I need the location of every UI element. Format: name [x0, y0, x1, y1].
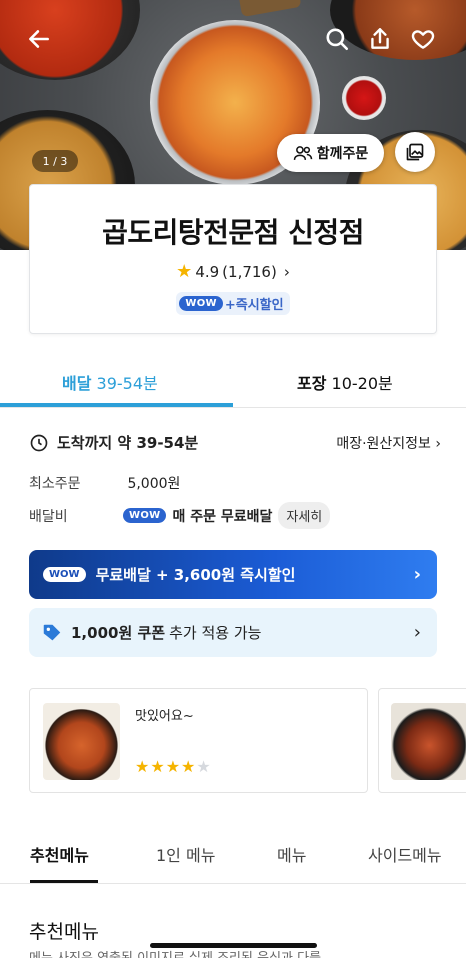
delivery-fee-label: 배달비: [29, 508, 68, 525]
tab-pickup-label: 포장: [297, 374, 327, 393]
home-indicator[interactable]: [150, 943, 317, 948]
review-text: 맛있어요~: [135, 709, 194, 724]
min-order-value: 5,000원: [127, 476, 181, 492]
arrival-time: 도착까지 약 39-54분: [57, 434, 199, 452]
wow-badge: WOW: [43, 567, 86, 582]
share-icon[interactable]: [367, 26, 393, 52]
tab-delivery-time: 39-54분: [96, 374, 158, 393]
review-count: (1,716): [222, 262, 277, 281]
store-info-link[interactable]: 매장·원산지정보 ›: [336, 433, 441, 453]
arrival-time-row: 도착까지 약 39-54분 매장·원산지정보 ›: [29, 432, 441, 453]
tab-delivery-label: 배달: [62, 374, 92, 393]
tab-side-menu[interactable]: 사이드메뉴: [368, 842, 442, 866]
star-icon: ★: [176, 261, 193, 282]
wow-badge: WOW: [179, 296, 223, 311]
store-info-label: 매장·원산지정보: [336, 435, 431, 452]
chevron-right-icon: ›: [283, 262, 290, 281]
hero-photo-dish: [0, 0, 140, 80]
banner-text: 무료배달 + 3,600원 즉시할인: [95, 566, 296, 584]
wow-discount-badge: WOW +즉시할인: [176, 292, 290, 315]
section-description: 메뉴 사진은 연출된 이미지로 실제 조리된 음식과 다를: [29, 947, 321, 958]
rating-link[interactable]: ★ 4.9 (1,716) ›: [30, 261, 436, 282]
star-icon: ★: [165, 757, 182, 776]
search-icon[interactable]: [324, 26, 350, 52]
gallery-icon: [406, 143, 424, 161]
photo-counter: 1 / 3: [32, 150, 78, 172]
together-order-label: 함께주문: [316, 146, 369, 162]
tab-pickup[interactable]: 포장 10-20분: [297, 370, 393, 394]
chevron-right-icon: ›: [413, 564, 421, 585]
gallery-button[interactable]: [395, 132, 435, 172]
clock-icon: [30, 434, 48, 451]
wow-badge: WOW: [123, 508, 167, 523]
review-photo: [391, 703, 466, 780]
review-stars: ★★★★★: [135, 757, 212, 776]
active-tab-indicator: [30, 880, 98, 883]
rating-value: 4.9: [195, 262, 220, 281]
chevron-right-icon: ›: [435, 435, 441, 452]
store-info-card: 곱도리탕전문점 신정점 ★ 4.9 (1,716) › WOW +즉시할인: [29, 184, 437, 334]
detail-button[interactable]: 자세히: [278, 502, 331, 529]
menu-category-tabs: 추천메뉴 1인 메뉴 메뉴 사이드메뉴: [0, 822, 466, 884]
together-order-button[interactable]: 함께주문: [277, 134, 384, 172]
coupon-banner[interactable]: 1,000원 쿠폰 추가 적용 가능 ›: [29, 608, 437, 657]
hero-photo-dish: [330, 0, 466, 60]
store-name: 곱도리탕전문점 신정점: [102, 216, 364, 249]
review-card[interactable]: 맛있어요~ ★★★★★: [29, 688, 368, 793]
tab-pickup-time: 10-20분: [331, 374, 393, 393]
min-order-label: 최소주문: [29, 476, 81, 492]
back-arrow-icon[interactable]: [26, 26, 52, 52]
tab-single-menu[interactable]: 1인 메뉴: [156, 842, 215, 866]
wow-free-delivery-banner[interactable]: WOW 무료배달 + 3,600원 즉시할인 ›: [29, 550, 437, 599]
star-icon: ★: [181, 757, 197, 776]
min-order-row: 최소주문 5,000원: [29, 473, 441, 493]
tab-delivery[interactable]: 배달 39-54분: [62, 370, 158, 394]
hero-photo-board: [238, 0, 302, 18]
wow-discount-text: +즉시할인: [224, 298, 284, 313]
people-icon: [293, 146, 312, 160]
review-photo: [43, 703, 120, 780]
heart-icon[interactable]: [410, 26, 436, 52]
coupon-tag-icon: [43, 624, 61, 640]
star-empty-icon: ★: [196, 757, 212, 776]
tab-recommended[interactable]: 추천메뉴: [30, 842, 89, 866]
coupon-text: 추가 적용 가능: [169, 624, 262, 642]
section-title: 추천메뉴: [29, 921, 99, 943]
delivery-fee-row: 배달비 WOW 매 주문 무료배달 자세히: [29, 502, 441, 529]
active-tab-indicator: [0, 403, 233, 407]
hero-photo-sauce: [342, 76, 386, 120]
chevron-right-icon: ›: [413, 622, 421, 643]
star-icon: ★: [135, 757, 151, 776]
star-icon: ★: [150, 757, 166, 776]
delivery-fee-text: 매 주문 무료배달: [172, 508, 273, 525]
delivery-pickup-tabs: 배달 39-54분 포장 10-20분: [0, 350, 466, 408]
review-card[interactable]: [378, 688, 466, 793]
coupon-amount: 1,000원 쿠폰: [71, 624, 166, 642]
tab-menu[interactable]: 메뉴: [277, 842, 306, 866]
